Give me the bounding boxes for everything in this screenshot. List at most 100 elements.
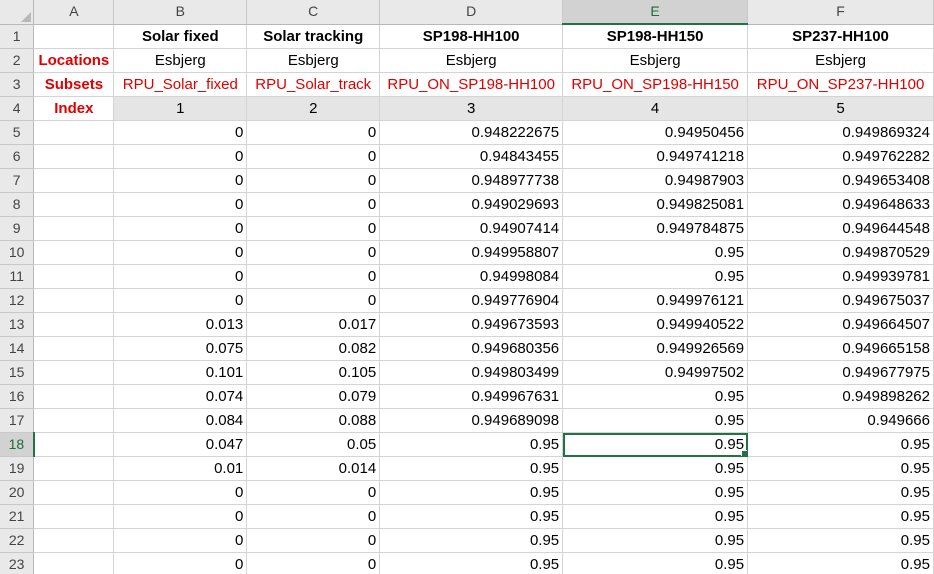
cell[interactable]: 0 bbox=[246, 192, 381, 217]
cell[interactable]: 0 bbox=[113, 240, 248, 265]
cell[interactable]: 0.949689098 bbox=[379, 408, 564, 433]
cell[interactable]: 0.949677975 bbox=[747, 360, 934, 385]
cell[interactable]: 0.05 bbox=[246, 432, 381, 457]
column-header-e[interactable]: E bbox=[562, 0, 749, 25]
cell[interactable]: 0.105 bbox=[246, 360, 381, 385]
row-header[interactable]: 9 bbox=[0, 216, 35, 241]
cell[interactable]: 0.95 bbox=[562, 480, 749, 505]
cell[interactable] bbox=[33, 216, 115, 241]
select-all-corner[interactable] bbox=[0, 0, 35, 25]
cell-f2[interactable]: Esbjerg bbox=[747, 48, 934, 73]
cell[interactable]: 0.95 bbox=[747, 504, 934, 529]
row-header[interactable]: 3 bbox=[0, 72, 35, 97]
cell-c1[interactable]: Solar tracking bbox=[246, 24, 381, 49]
cell-d4[interactable]: 3 bbox=[379, 96, 564, 121]
row-header-selected[interactable]: 18 bbox=[0, 432, 35, 457]
cell-a4[interactable]: Index bbox=[33, 96, 115, 121]
cell[interactable] bbox=[33, 360, 115, 385]
cell-e3[interactable]: RPU_ON_SP198-HH150 bbox=[562, 72, 749, 97]
cell[interactable] bbox=[33, 192, 115, 217]
row-header[interactable]: 7 bbox=[0, 168, 35, 193]
cell[interactable] bbox=[33, 528, 115, 553]
cell[interactable] bbox=[33, 312, 115, 337]
cell[interactable]: 0.95 bbox=[562, 504, 749, 529]
cell[interactable]: 0.949926569 bbox=[562, 336, 749, 361]
cell-c3[interactable]: RPU_Solar_track bbox=[246, 72, 381, 97]
cell[interactable]: 0.95 bbox=[747, 432, 934, 457]
cell[interactable] bbox=[33, 336, 115, 361]
cell-b1[interactable]: Solar fixed bbox=[113, 24, 248, 49]
cell[interactable]: 0.101 bbox=[113, 360, 248, 385]
cell-a1[interactable] bbox=[33, 24, 115, 49]
column-header-d[interactable]: D bbox=[379, 0, 564, 25]
row-header[interactable]: 8 bbox=[0, 192, 35, 217]
cell[interactable]: 0.075 bbox=[113, 336, 248, 361]
cell[interactable] bbox=[33, 120, 115, 145]
cell[interactable] bbox=[33, 144, 115, 169]
cell[interactable]: 0.95 bbox=[747, 552, 934, 574]
row-header[interactable]: 15 bbox=[0, 360, 35, 385]
row-header[interactable]: 1 bbox=[0, 24, 35, 49]
row-header[interactable]: 19 bbox=[0, 456, 35, 481]
cell[interactable]: 0.95 bbox=[562, 456, 749, 481]
cell[interactable]: 0.082 bbox=[246, 336, 381, 361]
column-header-a[interactable]: A bbox=[33, 0, 115, 25]
cell[interactable]: 0 bbox=[246, 240, 381, 265]
cell[interactable]: 0.95 bbox=[562, 552, 749, 574]
cell[interactable]: 0 bbox=[246, 504, 381, 529]
cell[interactable]: 0 bbox=[113, 288, 248, 313]
cell[interactable]: 0.948222675 bbox=[379, 120, 564, 145]
cell[interactable] bbox=[33, 552, 115, 574]
row-header[interactable]: 14 bbox=[0, 336, 35, 361]
cell[interactable]: 0.95 bbox=[379, 552, 564, 574]
cell[interactable]: 0.949869324 bbox=[747, 120, 934, 145]
cell[interactable]: 0.084 bbox=[113, 408, 248, 433]
cell[interactable]: 0 bbox=[113, 168, 248, 193]
row-header[interactable]: 13 bbox=[0, 312, 35, 337]
cell[interactable]: 0.079 bbox=[246, 384, 381, 409]
cell[interactable]: 0.95 bbox=[379, 480, 564, 505]
row-header[interactable]: 5 bbox=[0, 120, 35, 145]
active-cell-e18[interactable]: 0.95 bbox=[562, 432, 749, 457]
cell[interactable]: 0.949029693 bbox=[379, 192, 564, 217]
cell[interactable] bbox=[33, 408, 115, 433]
cell[interactable] bbox=[33, 480, 115, 505]
cell[interactable]: 0.074 bbox=[113, 384, 248, 409]
cell-a3[interactable]: Subsets bbox=[33, 72, 115, 97]
cell[interactable]: 0 bbox=[113, 216, 248, 241]
cell[interactable]: 0.949967631 bbox=[379, 384, 564, 409]
row-header[interactable]: 20 bbox=[0, 480, 35, 505]
cell-f3[interactable]: RPU_ON_SP237-HH100 bbox=[747, 72, 934, 97]
cell[interactable]: 0.95 bbox=[379, 504, 564, 529]
cell[interactable]: 0 bbox=[246, 552, 381, 574]
cell[interactable]: 0.95 bbox=[379, 456, 564, 481]
cell[interactable]: 0.95 bbox=[379, 528, 564, 553]
cell-d2[interactable]: Esbjerg bbox=[379, 48, 564, 73]
column-header-c[interactable]: C bbox=[246, 0, 381, 25]
row-header[interactable]: 6 bbox=[0, 144, 35, 169]
cell[interactable]: 0 bbox=[246, 144, 381, 169]
cell[interactable]: 0.95 bbox=[379, 432, 564, 457]
cell[interactable]: 0.949784875 bbox=[562, 216, 749, 241]
cell[interactable]: 0.95 bbox=[747, 528, 934, 553]
cell[interactable]: 0.047 bbox=[113, 432, 248, 457]
cell[interactable]: 0.949741218 bbox=[562, 144, 749, 169]
cell-d3[interactable]: RPU_ON_SP198-HH100 bbox=[379, 72, 564, 97]
cell[interactable]: 0 bbox=[113, 480, 248, 505]
cell-b3[interactable]: RPU_Solar_fixed bbox=[113, 72, 248, 97]
cell[interactable]: 0.949653408 bbox=[747, 168, 934, 193]
cell[interactable] bbox=[33, 240, 115, 265]
cell[interactable]: 0 bbox=[246, 528, 381, 553]
cell[interactable]: 0.088 bbox=[246, 408, 381, 433]
cell[interactable]: 0.94907414 bbox=[379, 216, 564, 241]
row-header[interactable]: 17 bbox=[0, 408, 35, 433]
cell[interactable]: 0.94987903 bbox=[562, 168, 749, 193]
cell-e2[interactable]: Esbjerg bbox=[562, 48, 749, 73]
cell[interactable]: 0 bbox=[246, 216, 381, 241]
cell[interactable]: 0.949673593 bbox=[379, 312, 564, 337]
cell[interactable]: 0.017 bbox=[246, 312, 381, 337]
cell[interactable] bbox=[33, 168, 115, 193]
row-header[interactable]: 16 bbox=[0, 384, 35, 409]
cell-a2[interactable]: Locations bbox=[33, 48, 115, 73]
cell[interactable]: 0 bbox=[113, 528, 248, 553]
